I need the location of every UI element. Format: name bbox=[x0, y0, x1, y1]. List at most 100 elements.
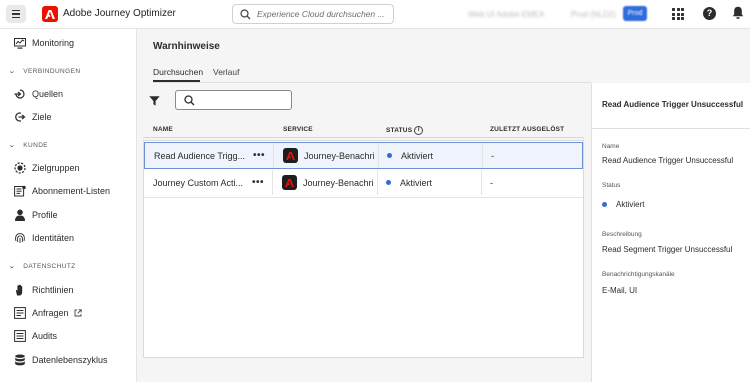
row-service-label: Journey-Benachri bbox=[304, 150, 375, 161]
section-datenschutz[interactable]: ⌄ DATENSCHUTZ bbox=[8, 260, 76, 272]
tab-durchsuchen[interactable]: Durchsuchen bbox=[153, 67, 203, 77]
table-header-divider bbox=[143, 137, 584, 138]
sidebar-item-label: Profile bbox=[32, 210, 58, 220]
search-icon bbox=[240, 9, 251, 22]
column-header-label: STATUS bbox=[386, 127, 413, 134]
chevron-down-icon: ⌄ bbox=[8, 263, 17, 270]
alerts-search-field[interactable] bbox=[175, 90, 292, 110]
main-content: Warnhinweise Durchsuchen Verlauf NAME SE… bbox=[137, 29, 750, 382]
sidebar-item-datenlebenszyklus[interactable]: Datenlebenszyklus bbox=[14, 351, 108, 369]
global-search[interactable] bbox=[232, 4, 394, 24]
sidebar-item-label: Datenlebenszyklus bbox=[32, 355, 108, 365]
row-more-actions-button[interactable]: ••• bbox=[252, 170, 264, 195]
sources-icon bbox=[14, 88, 26, 100]
column-header-service[interactable]: SERVICE bbox=[283, 126, 313, 133]
row-service: Journey-Benachri bbox=[282, 170, 382, 195]
sidebar-item-label: Richtlinien bbox=[32, 285, 74, 295]
profile-icon bbox=[14, 209, 26, 221]
detail-channels-label: Benachrichtigungskanäle bbox=[602, 271, 675, 278]
fingerprint-icon bbox=[14, 232, 26, 244]
database-icon bbox=[14, 354, 26, 366]
row-status: Aktiviert bbox=[386, 170, 486, 195]
section-label: KUNDE bbox=[23, 141, 49, 149]
sidebar-item-zielgruppen[interactable]: Zielgruppen bbox=[14, 159, 80, 177]
hamburger-menu-button[interactable] bbox=[6, 5, 26, 23]
section-label: VERBINDUNGEN bbox=[23, 67, 81, 75]
bell-icon[interactable] bbox=[732, 6, 744, 22]
external-link-icon bbox=[74, 309, 82, 317]
sidebar-item-label: Anfragen bbox=[32, 308, 69, 318]
table-row[interactable]: Read Audience Trigg... ••• Journey-Benac… bbox=[144, 142, 583, 169]
chevron-down-icon: ⌄ bbox=[8, 142, 17, 149]
sidebar-item-label: Abonnement-Listen bbox=[32, 186, 111, 196]
requests-icon bbox=[14, 307, 26, 319]
column-header-name[interactable]: NAME bbox=[153, 126, 173, 133]
cell-divider bbox=[272, 170, 273, 195]
filter-icon[interactable] bbox=[149, 96, 160, 108]
detail-channels-value: E-Mail, UI bbox=[602, 286, 638, 295]
journey-optimizer-logo-icon bbox=[282, 175, 297, 190]
row-last-triggered: - bbox=[491, 150, 494, 161]
section-label: DATENSCHUTZ bbox=[23, 262, 76, 270]
section-verbindungen[interactable]: ⌄ VERBINDUNGEN bbox=[8, 65, 81, 77]
cell-divider bbox=[378, 143, 379, 168]
detail-status-value: Aktiviert bbox=[602, 200, 644, 209]
sandbox-badge[interactable]: Prod bbox=[623, 6, 647, 21]
row-service-label: Journey-Benachri bbox=[303, 177, 374, 188]
app-title[interactable]: Adobe Journey Optimizer bbox=[63, 8, 176, 19]
help-icon[interactable]: ? bbox=[703, 7, 716, 20]
sandbox-label[interactable]: Prod (NLD2) bbox=[571, 10, 616, 19]
cell-divider bbox=[481, 170, 482, 195]
journey-optimizer-logo-icon bbox=[283, 148, 298, 163]
sidebar-item-label: Monitoring bbox=[32, 38, 75, 48]
audiences-icon bbox=[14, 162, 26, 174]
table-row[interactable]: Journey Custom Acti... ••• Journey-Benac… bbox=[144, 170, 583, 197]
sidebar-item-quellen[interactable]: Quellen bbox=[14, 85, 63, 103]
subscription-list-icon bbox=[14, 185, 26, 197]
destinations-icon bbox=[14, 111, 26, 123]
sidebar-item-identitaeten[interactable]: Identitäten bbox=[14, 229, 74, 247]
sidebar-item-label: Identitäten bbox=[32, 233, 75, 243]
tab-verlauf[interactable]: Verlauf bbox=[213, 67, 239, 77]
sidebar-item-label: Audits bbox=[32, 331, 58, 341]
cell-divider bbox=[273, 143, 274, 168]
adobe-logo-icon[interactable] bbox=[42, 6, 58, 22]
sidebar-item-label: Ziele bbox=[32, 112, 52, 122]
detail-status-label: Status bbox=[602, 182, 621, 189]
section-kunde[interactable]: ⌄ KUNDE bbox=[8, 139, 49, 151]
status-dot-icon bbox=[602, 202, 607, 207]
info-icon[interactable]: i bbox=[414, 126, 424, 135]
sidebar-item-label: Zielgruppen bbox=[32, 163, 80, 173]
cell-divider bbox=[377, 170, 378, 195]
sidebar-item-monitoring[interactable]: Monitoring bbox=[14, 34, 74, 52]
row-status-label: Aktiviert bbox=[401, 150, 434, 161]
row-more-actions-button[interactable]: ••• bbox=[253, 143, 265, 168]
row-name: Journey Custom Acti... bbox=[153, 177, 244, 188]
row-service: Journey-Benachri bbox=[283, 143, 383, 168]
sidebar-item-audits[interactable]: Audits bbox=[14, 327, 57, 345]
column-header-status[interactable]: STATUS i bbox=[386, 126, 424, 135]
sidebar-item-anfragen[interactable]: Anfragen bbox=[14, 304, 82, 322]
detail-header: Read Audience Trigger Unsuccessful bbox=[592, 83, 750, 129]
status-dot-icon bbox=[387, 153, 392, 158]
active-tab-indicator bbox=[153, 80, 200, 82]
row-status: Aktiviert bbox=[387, 143, 487, 168]
apps-grid-icon[interactable] bbox=[672, 8, 684, 20]
status-dot-icon bbox=[386, 180, 391, 185]
alerts-table: Read Audience Trigg... ••• Journey-Benac… bbox=[143, 140, 584, 358]
tabs-divider bbox=[153, 82, 591, 83]
org-switcher[interactable]: Web UI Adobe EMEA bbox=[468, 10, 544, 19]
column-header-last-triggered[interactable]: ZULETZT AUSGELÖST bbox=[490, 126, 564, 133]
detail-panel: Read Audience Trigger Unsuccessful Name … bbox=[591, 83, 750, 382]
sidebar-item-ziele[interactable]: Ziele bbox=[14, 108, 52, 126]
page-title: Warnhinweise bbox=[153, 41, 220, 52]
detail-title: Read Audience Trigger Unsuccessful bbox=[602, 100, 744, 109]
sidebar-item-richtlinien[interactable]: Richtlinien bbox=[14, 281, 74, 299]
sidebar-item-abonnement-listen[interactable]: Abonnement-Listen bbox=[14, 182, 110, 200]
sidebar: Monitoring ⌄ VERBINDUNGEN Quellen Ziele … bbox=[0, 29, 137, 382]
global-search-input[interactable] bbox=[257, 7, 391, 21]
row-name: Read Audience Trigg... bbox=[154, 150, 246, 161]
detail-description-label: Beschreibung bbox=[602, 231, 642, 238]
detail-name-label: Name bbox=[602, 143, 620, 150]
sidebar-item-profile[interactable]: Profile bbox=[14, 206, 58, 224]
